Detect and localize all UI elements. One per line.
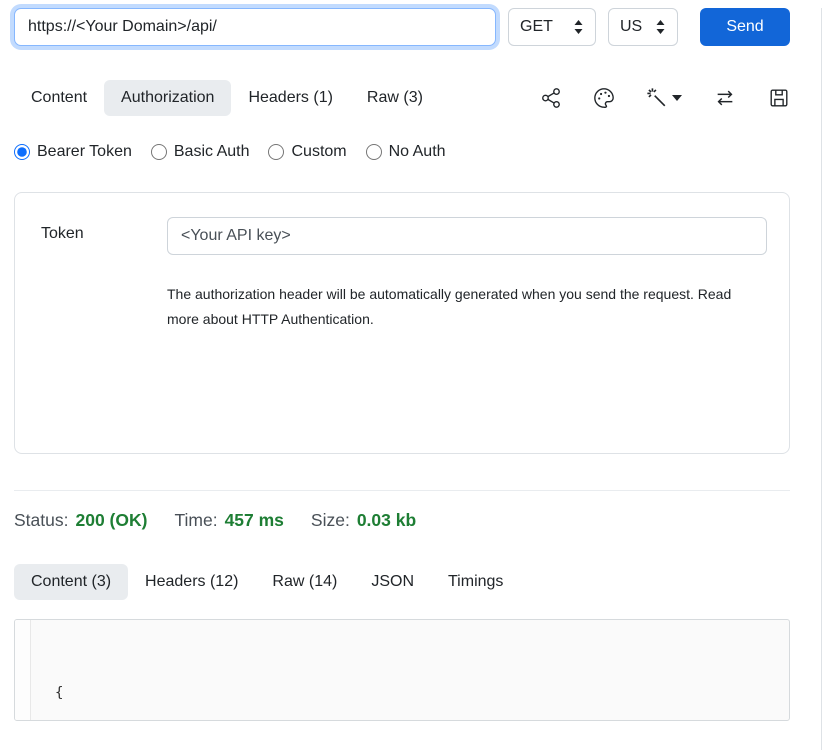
radio-basic-auth[interactable]: Basic Auth [151,143,250,161]
radio-custom-input[interactable] [268,144,284,160]
resp-tab-headers[interactable]: Headers (12) [128,564,255,600]
send-button[interactable]: Send [700,8,790,46]
swap-arrows-icon[interactable] [713,87,737,109]
radio-bearer-token-label: Bearer Token [37,143,132,161]
token-panel-main: The authorization header will be automat… [167,217,767,453]
tab-raw[interactable]: Raw (3) [350,80,440,116]
code-line: { [55,681,789,706]
share-icon[interactable] [540,87,562,109]
updown-arrows-icon [655,19,666,35]
radio-no-auth-input[interactable] [366,144,382,160]
response-json-body: { "message": "API running." } [31,620,789,720]
time-pair: Time: 457 ms [174,510,283,531]
method-select-value: GET [520,18,553,36]
updown-arrows-icon [573,19,584,35]
resp-tab-timings[interactable]: Timings [431,564,520,600]
section-divider [14,490,790,491]
status-pair: Status: 200 (OK) [14,510,147,531]
status-value: 200 (OK) [75,510,147,531]
request-bar: GET US Send [14,8,790,46]
response-tabs-row: Content (3) Headers (12) Raw (14) JSON T… [14,564,790,600]
radio-no-auth[interactable]: No Auth [366,143,446,161]
radio-bearer-token[interactable]: Bearer Token [14,143,132,161]
radio-bearer-token-input[interactable] [14,144,30,160]
size-value: 0.03 kb [357,510,416,531]
code-gutter [15,620,31,720]
status-label: Status: [14,510,68,531]
tab-headers[interactable]: Headers (1) [231,80,349,116]
time-label: Time: [174,510,217,531]
rest-client-app: GET US Send Content Authorization Header… [14,8,790,721]
radio-custom[interactable]: Custom [268,143,346,161]
page-right-border [821,8,822,750]
region-select[interactable]: US [608,8,678,46]
token-panel: Token The authorization header will be a… [14,192,790,454]
palette-icon[interactable] [593,87,615,109]
resp-tab-raw[interactable]: Raw (14) [255,564,354,600]
url-input[interactable] [14,8,496,46]
magic-wand-dropdown-icon[interactable] [646,87,682,109]
radio-basic-auth-label: Basic Auth [174,143,250,161]
radio-basic-auth-input[interactable] [151,144,167,160]
resp-tab-json[interactable]: JSON [354,564,431,600]
token-label: Token [41,217,167,453]
resp-tab-content[interactable]: Content (3) [14,564,128,600]
chevron-down-icon [672,95,682,101]
save-icon[interactable] [768,87,790,109]
response-status-row: Status: 200 (OK) Time: 457 ms Size: 0.03… [14,510,790,531]
radio-custom-label: Custom [291,143,346,161]
request-tabs-row: Content Authorization Headers (1) Raw (3… [14,80,790,116]
tab-content[interactable]: Content [14,80,104,116]
radio-no-auth-label: No Auth [389,143,446,161]
token-input[interactable] [167,217,767,255]
request-toolbar [540,87,790,109]
method-select[interactable]: GET [508,8,596,46]
token-help-text: The authorization header will be automat… [167,282,759,332]
tab-authorization[interactable]: Authorization [104,80,231,116]
size-label: Size: [311,510,350,531]
time-value: 457 ms [225,510,284,531]
size-pair: Size: 0.03 kb [311,510,416,531]
response-body-block: { "message": "API running." } [14,619,790,721]
region-select-value: US [620,18,642,36]
auth-type-options: Bearer Token Basic Auth Custom No Auth [14,143,790,161]
